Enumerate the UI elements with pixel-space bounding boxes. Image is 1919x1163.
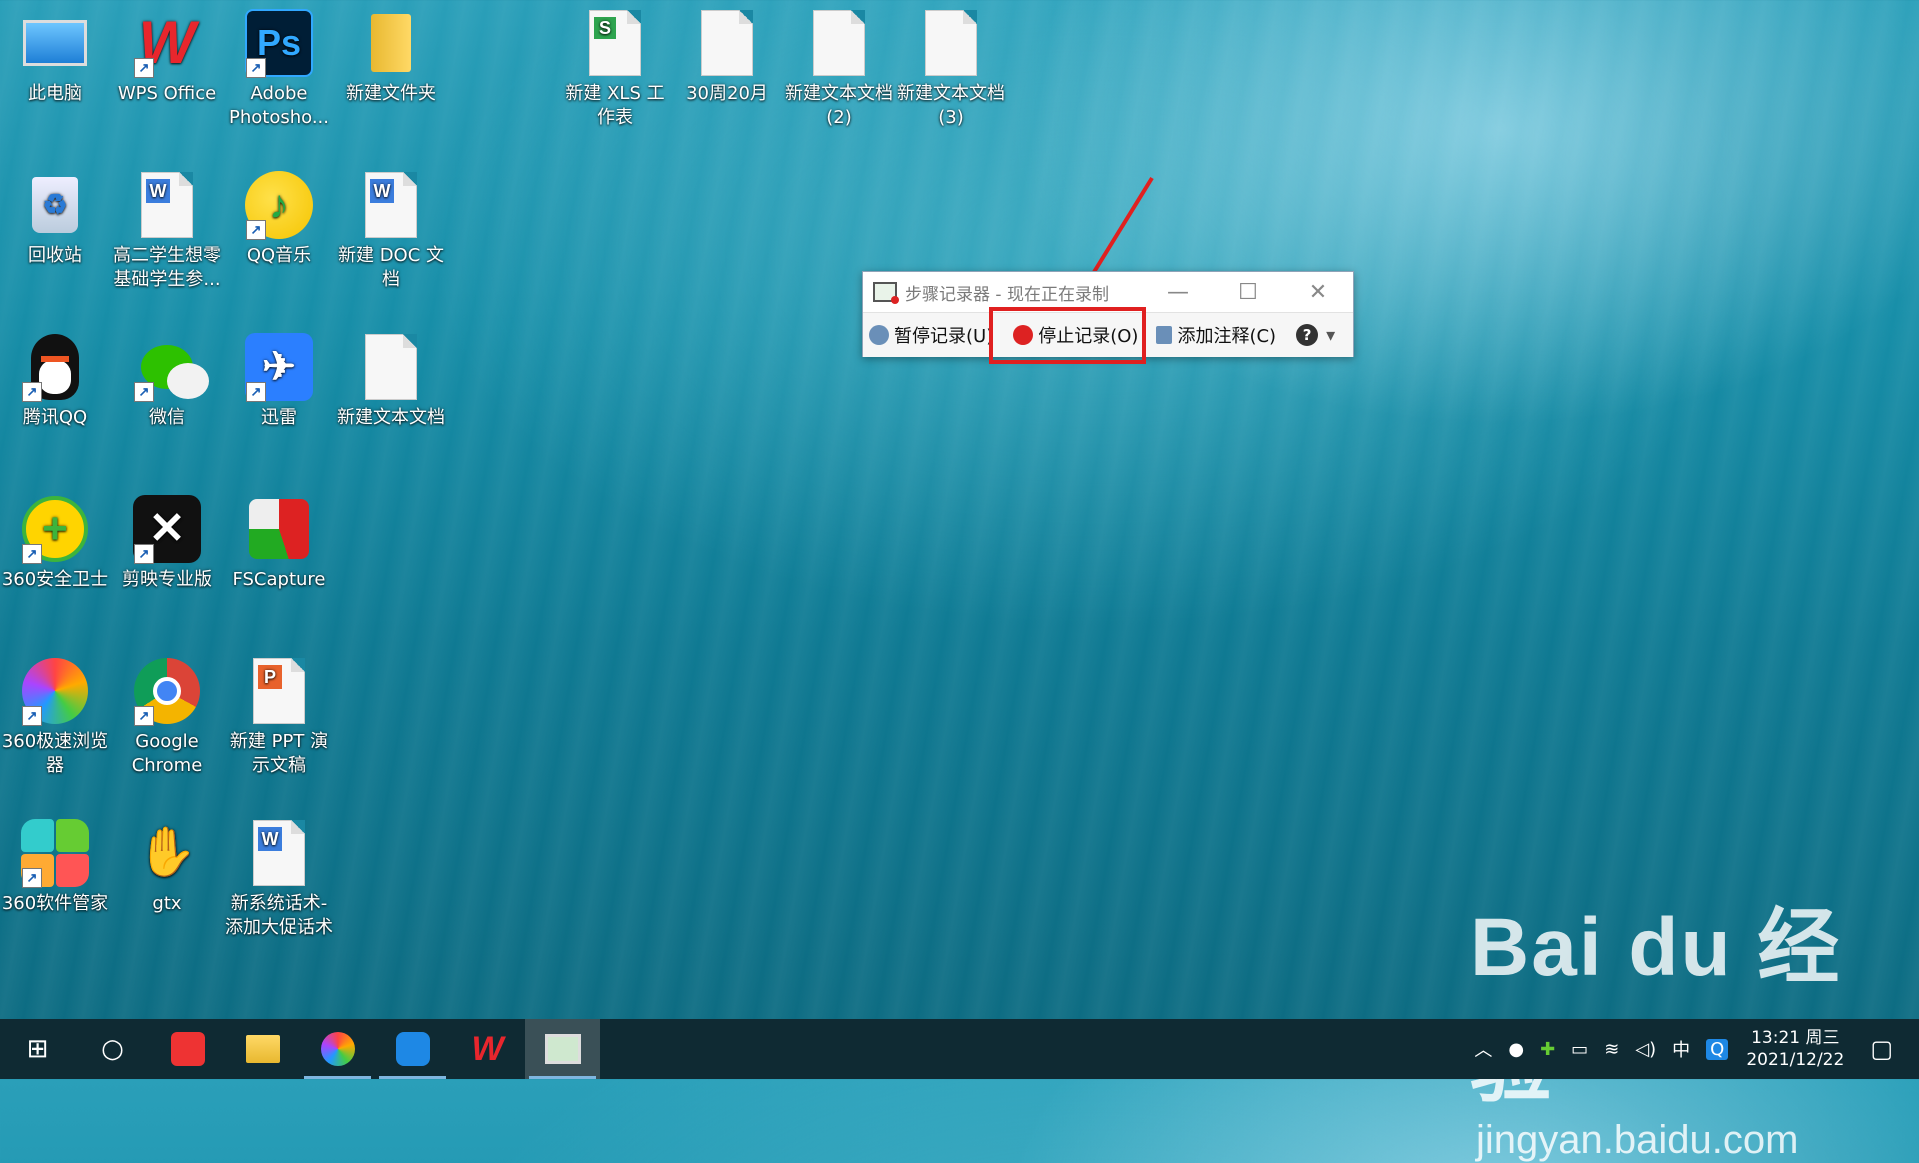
taskbar-wps[interactable]: W [450, 1019, 525, 1079]
battery-icon[interactable]: ▭ [1571, 1039, 1588, 1060]
ime-indicator[interactable]: 中 [1672, 1036, 1690, 1062]
wifi-icon[interactable]: ≋ [1604, 1039, 1619, 1060]
red-app-icon [170, 1032, 205, 1066]
notification-center-icon[interactable]: ▢ [1870, 1035, 1893, 1063]
comment-icon [1156, 326, 1173, 344]
pause-icon [869, 325, 889, 345]
add-comment-button[interactable]: 添加注释(C) [1150, 313, 1282, 357]
window-titlebar[interactable]: 步骤记录器 - 现在正在录制 — ☐ ✕ [863, 272, 1353, 312]
add-comment-label: 添加注释(C) [1177, 326, 1277, 347]
step-recorder-app-icon [873, 282, 899, 304]
watermark-brand: Bai du 经验 [1470, 902, 1842, 1112]
start-button[interactable]: ⊞ [0, 1019, 75, 1079]
stop-record-highlight-box [989, 307, 1146, 364]
show-hidden-icons-chevron-icon[interactable]: ︿ [1474, 1036, 1492, 1062]
tray-360-icon[interactable]: ✚ [1540, 1039, 1555, 1060]
help-icon: ? [1296, 324, 1319, 346]
watermark-url: jingyan.baidu.com [1476, 1118, 1799, 1162]
taskbar-phone-app[interactable] [375, 1019, 450, 1079]
step-recorder-icon [544, 1034, 581, 1064]
close-button[interactable]: ✕ [1283, 280, 1353, 305]
tray-q-icon[interactable]: Q [1706, 1038, 1729, 1060]
phone-app-icon [395, 1032, 430, 1066]
clock[interactable]: 13:21 周三 2021/12/22 [1746, 1027, 1844, 1071]
minimize-button[interactable]: — [1143, 280, 1213, 305]
pause-record-button[interactable]: 暂停记录(U) [863, 313, 999, 357]
wps-icon: W [471, 1029, 504, 1068]
system-tray: ︿ ● ✚ ▭ ≋ ◁) 中 Q 13:21 周三 2021/12/22 ▢ [1466, 1019, 1919, 1079]
tray-app-icon[interactable]: ● [1508, 1039, 1524, 1060]
maximize-button[interactable]: ☐ [1213, 280, 1283, 305]
help-dropdown-arrow[interactable]: ▾ [1326, 325, 1335, 346]
clock-date: 2021/12/22 [1746, 1050, 1845, 1070]
taskbar-360-browser[interactable] [300, 1019, 375, 1079]
folder-icon [245, 1035, 280, 1063]
window-title: 步骤记录器 - 现在正在录制 [905, 284, 1109, 305]
taskbar: ⊞ ○ W ︿ ● ✚ ▭ ≋ ◁) 中 Q 13:21 周三 2021/12/… [0, 1019, 1919, 1079]
volume-icon[interactable]: ◁) [1635, 1039, 1656, 1060]
pause-record-label: 暂停记录(U) [894, 326, 994, 347]
taskbar-step-recorder[interactable] [525, 1019, 600, 1079]
help-button[interactable]: ? ▾ [1290, 313, 1341, 357]
clock-time: 13:21 周三 [1751, 1028, 1840, 1048]
search-button[interactable]: ○ [75, 1019, 150, 1079]
taskbar-file-explorer[interactable] [225, 1019, 300, 1079]
taskbar-app-red[interactable] [150, 1019, 225, 1079]
360-browser-icon [320, 1032, 355, 1066]
